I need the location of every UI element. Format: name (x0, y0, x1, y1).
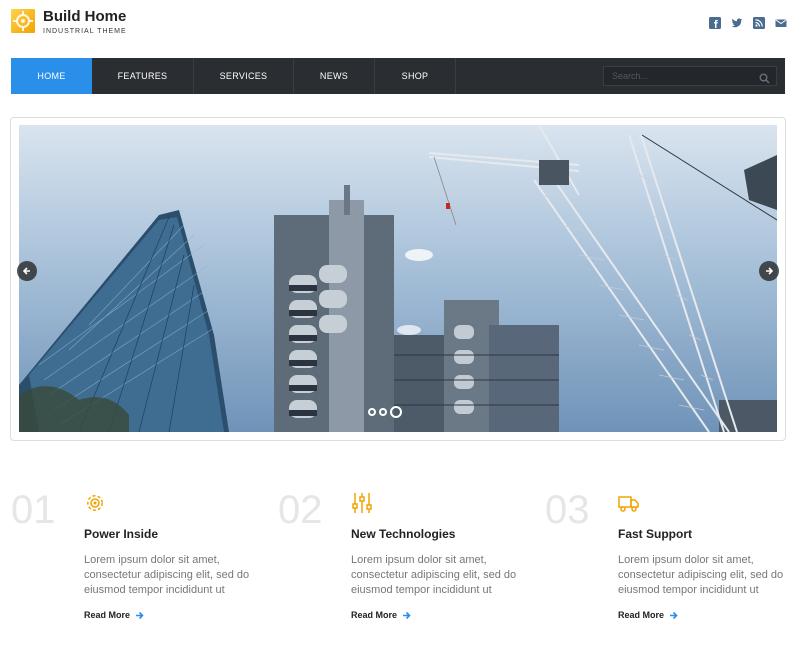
nav-item-news[interactable]: NEWS (294, 58, 375, 94)
nav-item-home[interactable]: HOME (11, 58, 92, 94)
read-more-link[interactable]: Read More (351, 610, 411, 620)
gear-icon (84, 492, 106, 519)
main-navigation: HOME FEATURES SERVICES NEWS SHOP (11, 58, 785, 94)
slider-dot-1[interactable] (368, 408, 376, 416)
slide-image (19, 125, 777, 432)
logo-icon (11, 9, 35, 33)
site-tagline: INDUSTRIAL THEME (43, 28, 127, 35)
site-logo[interactable]: Build Home INDUSTRIAL THEME (11, 9, 127, 35)
arrow-right-icon (136, 611, 144, 619)
search-box (603, 66, 777, 86)
read-more-link[interactable]: Read More (618, 610, 678, 620)
site-title: Build Home (43, 8, 127, 25)
nav-item-shop[interactable]: SHOP (375, 58, 456, 94)
read-more-label: Read More (618, 610, 665, 620)
read-more-label: Read More (351, 610, 398, 620)
feature-number: 03 (545, 488, 590, 532)
social-links (709, 16, 788, 29)
arrow-right-icon (766, 267, 774, 275)
search-input[interactable] (604, 70, 754, 82)
feature-title: Power Inside (84, 527, 159, 541)
mail-icon[interactable] (775, 16, 788, 29)
search-icon[interactable] (759, 71, 770, 89)
slider-prev-button[interactable] (17, 261, 37, 281)
facebook-icon[interactable] (709, 16, 722, 29)
slider-dot-3[interactable] (390, 406, 402, 418)
slider-dot-2[interactable] (379, 408, 387, 416)
rss-icon[interactable] (753, 16, 766, 29)
slider-next-button[interactable] (759, 261, 779, 281)
feature-text: Lorem ipsum dolor sit amet, consectetur … (84, 554, 250, 596)
hero-slider (10, 117, 786, 441)
truck-icon (618, 492, 640, 519)
read-more-label: Read More (84, 610, 131, 620)
feature-number: 02 (278, 488, 323, 532)
slider-pagination (368, 406, 402, 418)
feature-number: 01 (11, 488, 56, 532)
read-more-link[interactable]: Read More (84, 610, 144, 620)
sliders-icon (351, 492, 373, 519)
feature-title: Fast Support (618, 527, 692, 541)
nav-item-services[interactable]: SERVICES (194, 58, 294, 94)
arrow-left-icon (22, 267, 30, 275)
arrow-right-icon (403, 611, 411, 619)
feature-title: New Technologies (351, 527, 456, 541)
twitter-icon[interactable] (731, 16, 744, 29)
nav-item-features[interactable]: FEATURES (92, 58, 194, 94)
feature-text: Lorem ipsum dolor sit amet, consectetur … (618, 554, 784, 596)
feature-text: Lorem ipsum dolor sit amet, consectetur … (351, 554, 517, 596)
arrow-right-icon (670, 611, 678, 619)
